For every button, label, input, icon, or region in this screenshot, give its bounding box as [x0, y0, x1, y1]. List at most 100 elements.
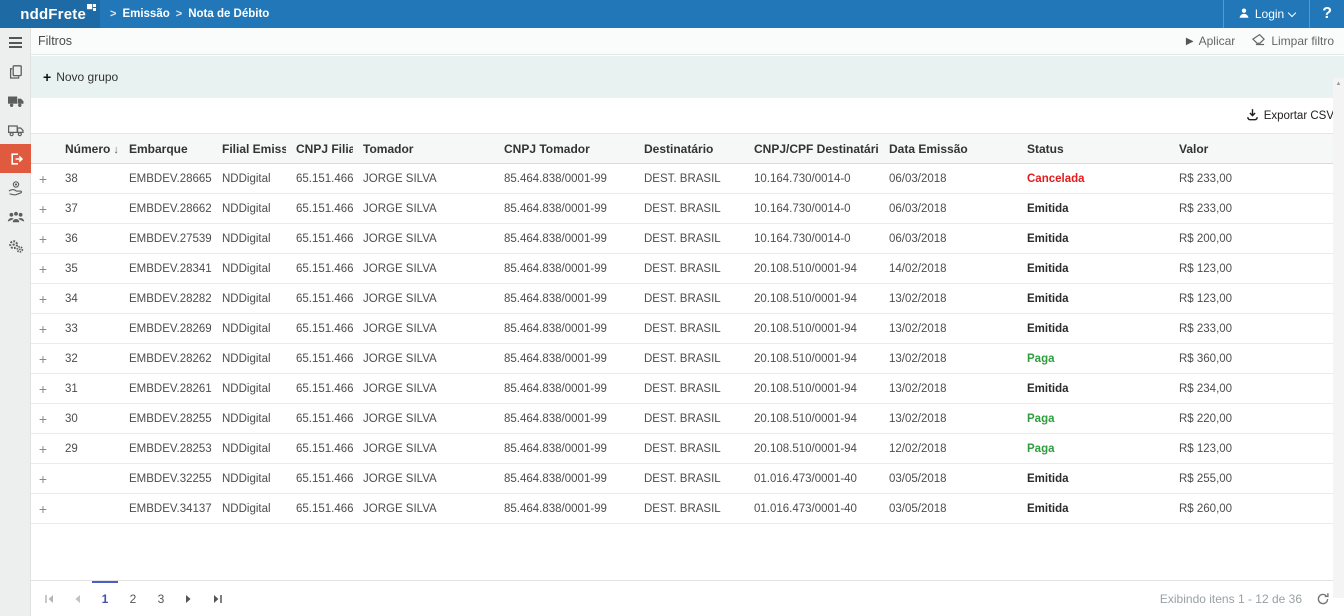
- expand-row-button[interactable]: +: [31, 194, 55, 224]
- expand-row-button[interactable]: +: [31, 164, 55, 194]
- clear-filter-label: Limpar filtro: [1271, 34, 1334, 48]
- filter-group-panel: + Novo grupo: [31, 56, 1344, 98]
- cell-data-emissao: 14/02/2018: [879, 254, 1017, 284]
- sidebar-menu-toggle[interactable]: [0, 28, 31, 57]
- new-group-button[interactable]: + Novo grupo: [43, 69, 118, 85]
- help-label: ?: [1322, 5, 1332, 23]
- header-cnpj-cpf-destinatario[interactable]: CNPJ/CPF Destinatário: [744, 134, 879, 164]
- filters-title: Filtros: [38, 34, 72, 48]
- expand-row-button[interactable]: +: [31, 254, 55, 284]
- cell-cnpj-filial: 65.151.466/000...: [286, 434, 353, 464]
- login-button[interactable]: Login: [1223, 0, 1310, 28]
- cell-cnpj-cpf-destinatario: 20.108.510/0001-94: [744, 374, 879, 404]
- status-badge: Paga: [1017, 434, 1169, 464]
- status-badge: Emitida: [1017, 284, 1169, 314]
- cell-tomador: JORGE SILVA: [353, 434, 494, 464]
- vertical-scrollbar[interactable]: ▲: [1333, 78, 1344, 598]
- sidebar-item-documents[interactable]: [0, 57, 31, 86]
- refresh-icon[interactable]: [1316, 592, 1330, 606]
- header-data-emissao[interactable]: Data Emissão: [879, 134, 1017, 164]
- plus-icon: +: [43, 69, 51, 85]
- breadcrumb-item-emissao[interactable]: Emissão: [122, 8, 169, 20]
- apply-filter-button[interactable]: ▶ Aplicar: [1186, 34, 1235, 48]
- status-badge: Emitida: [1017, 194, 1169, 224]
- cell-tomador: JORGE SILVA: [353, 224, 494, 254]
- cell-destinatario: DEST. BRASIL: [634, 284, 744, 314]
- app-logo[interactable]: nddFrete: [0, 0, 100, 28]
- cell-tomador: JORGE SILVA: [353, 344, 494, 374]
- sidebar-item-truck[interactable]: [0, 86, 31, 115]
- header-valor[interactable]: Valor: [1169, 134, 1344, 164]
- header-tomador[interactable]: Tomador: [353, 134, 494, 164]
- cell-numero: [55, 494, 119, 524]
- header-filial-emissora[interactable]: Filial Emissora: [212, 134, 286, 164]
- cell-embarque: EMBDEV.28282: [119, 284, 212, 314]
- cell-valor: R$ 234,00: [1169, 374, 1344, 404]
- header-status[interactable]: Status: [1017, 134, 1169, 164]
- app-logo-mark-icon: [87, 0, 96, 18]
- app-logo-text: nddFrete: [20, 6, 86, 23]
- table-row: + 36 EMBDEV.27539 NDDigital 65.151.466/0…: [31, 224, 1344, 254]
- first-page-button[interactable]: [37, 586, 61, 612]
- cell-numero: 34: [55, 284, 119, 314]
- cell-embarque: EMBDEV.28662: [119, 194, 212, 224]
- header-embarque[interactable]: Embarque: [119, 134, 212, 164]
- hand-coin-icon: [7, 180, 24, 196]
- cell-data-emissao: 13/02/2018: [879, 344, 1017, 374]
- expand-row-button[interactable]: +: [31, 404, 55, 434]
- sidebar-item-users[interactable]: [0, 202, 31, 231]
- cell-cnpj-cpf-destinatario: 20.108.510/0001-94: [744, 284, 879, 314]
- sidebar-item-emission-active[interactable]: [0, 144, 31, 173]
- clear-filter-button[interactable]: Limpar filtro: [1251, 33, 1334, 49]
- sidebar-item-settings[interactable]: [0, 231, 31, 260]
- eraser-icon: [1251, 33, 1266, 49]
- cell-filial-emissora: NDDigital: [212, 464, 286, 494]
- page-button-1[interactable]: 1: [93, 582, 117, 616]
- page-button-3[interactable]: 3: [149, 582, 173, 616]
- cell-valor: R$ 233,00: [1169, 164, 1344, 194]
- expand-row-button[interactable]: +: [31, 314, 55, 344]
- table-row: + 29 EMBDEV.28253 NDDigital 65.151.466/0…: [31, 434, 1344, 464]
- expand-row-button[interactable]: +: [31, 224, 55, 254]
- previous-page-button[interactable]: [65, 586, 89, 612]
- cell-cnpj-filial: 65.151.466/000...: [286, 314, 353, 344]
- expand-row-button[interactable]: +: [31, 494, 55, 524]
- cell-cnpj-tomador: 85.464.838/0001-99: [494, 374, 634, 404]
- page-button-2[interactable]: 2: [121, 582, 145, 616]
- cell-filial-emissora: NDDigital: [212, 404, 286, 434]
- header-cnpj-filial[interactable]: CNPJ Filial: [286, 134, 353, 164]
- chevron-right-icon: >: [176, 8, 182, 20]
- status-badge: Emitida: [1017, 494, 1169, 524]
- breadcrumb-item-nota-de-debito[interactable]: Nota de Débito: [188, 8, 269, 20]
- data-grid: Número↓ Embarque Filial Emissora CNPJ Fi…: [31, 133, 1344, 552]
- sidebar-item-truck-outline[interactable]: [0, 115, 31, 144]
- expand-row-button[interactable]: +: [31, 344, 55, 374]
- emission-export-icon: [8, 151, 24, 167]
- cell-tomador: JORGE SILVA: [353, 464, 494, 494]
- last-page-button[interactable]: [205, 586, 229, 612]
- cell-filial-emissora: NDDigital: [212, 164, 286, 194]
- export-csv-button[interactable]: Exportar CSV: [1246, 108, 1334, 124]
- cell-cnpj-tomador: 85.464.838/0001-99: [494, 224, 634, 254]
- filters-bar: Filtros ▶ Aplicar Limpar filtro: [31, 28, 1344, 55]
- cell-cnpj-filial: 65.151.466/000...: [286, 404, 353, 434]
- cell-valor: R$ 260,00: [1169, 494, 1344, 524]
- expand-row-button[interactable]: +: [31, 374, 55, 404]
- next-page-button[interactable]: [177, 586, 201, 612]
- sidebar-item-payments[interactable]: [0, 173, 31, 202]
- sort-descending-icon: ↓: [113, 144, 119, 156]
- cell-cnpj-filial: 65.151.466/000...: [286, 344, 353, 374]
- expand-row-button[interactable]: +: [31, 284, 55, 314]
- scroll-up-icon[interactable]: ▲: [1333, 81, 1344, 87]
- status-badge: Emitida: [1017, 464, 1169, 494]
- cell-cnpj-tomador: 85.464.838/0001-99: [494, 464, 634, 494]
- header-numero[interactable]: Número↓: [55, 134, 119, 164]
- cell-numero: 32: [55, 344, 119, 374]
- help-button[interactable]: ?: [1310, 0, 1344, 28]
- cell-cnpj-cpf-destinatario: 10.164.730/0014-0: [744, 224, 879, 254]
- header-cnpj-tomador[interactable]: CNPJ Tomador: [494, 134, 634, 164]
- expand-row-button[interactable]: +: [31, 464, 55, 494]
- cell-filial-emissora: NDDigital: [212, 194, 286, 224]
- expand-row-button[interactable]: +: [31, 434, 55, 464]
- header-destinatario[interactable]: Destinatário: [634, 134, 744, 164]
